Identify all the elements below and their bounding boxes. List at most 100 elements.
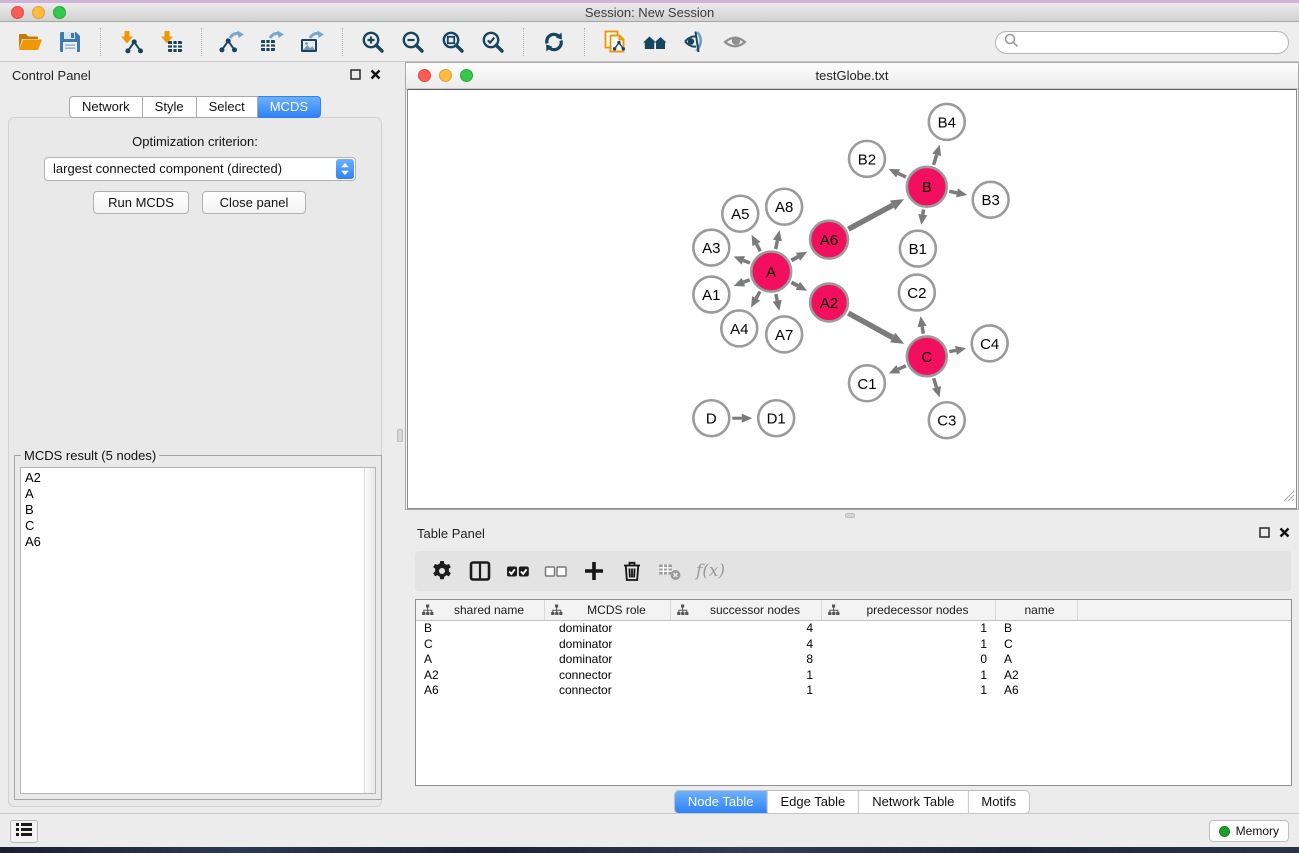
table-cell[interactable]: B bbox=[996, 621, 1078, 637]
graph-node[interactable]: B2 bbox=[849, 141, 885, 177]
graph-node[interactable]: A3 bbox=[693, 230, 729, 266]
table-cell[interactable]: dominator bbox=[545, 637, 671, 653]
import-network-button[interactable] bbox=[114, 26, 148, 58]
table-cell[interactable]: 1 bbox=[671, 668, 822, 684]
select-all-rows-button[interactable] bbox=[503, 556, 533, 586]
column-header-MCDS-role[interactable]: MCDS role bbox=[545, 600, 671, 620]
graph-node[interactable]: B1 bbox=[900, 231, 936, 267]
result-list-item[interactable]: C bbox=[25, 518, 375, 534]
zoom-out-button[interactable] bbox=[396, 26, 430, 58]
table-cell[interactable]: B bbox=[416, 621, 545, 637]
table-cell[interactable]: 1 bbox=[671, 683, 822, 699]
graph-node[interactable]: C1 bbox=[849, 365, 885, 401]
tab-network-table[interactable]: Network Table bbox=[858, 791, 967, 813]
graph-node[interactable]: B bbox=[907, 167, 947, 207]
float-panel-icon[interactable] bbox=[1259, 527, 1270, 538]
memory-button[interactable]: Memory bbox=[1209, 820, 1289, 842]
clone-network-button[interactable] bbox=[598, 26, 632, 58]
graph-node[interactable]: A5 bbox=[722, 196, 758, 232]
table-row[interactable]: Bdominator41B bbox=[416, 621, 1291, 637]
table-cell[interactable]: C bbox=[996, 637, 1078, 653]
show-all-button[interactable] bbox=[718, 26, 752, 58]
criterion-dropdown[interactable]: largest connected component (directed) bbox=[44, 157, 356, 181]
add-row-button[interactable] bbox=[579, 556, 609, 586]
graph-node[interactable]: C bbox=[907, 336, 947, 376]
table-cell[interactable]: 1 bbox=[822, 637, 996, 653]
search-field[interactable] bbox=[995, 31, 1289, 54]
column-header-shared-name[interactable]: shared name bbox=[416, 600, 545, 620]
column-header-name[interactable]: name bbox=[996, 600, 1078, 620]
column-header-successor-nodes[interactable]: successor nodes bbox=[671, 600, 822, 620]
table-cell[interactable]: A2 bbox=[416, 668, 545, 684]
tab-mcds[interactable]: MCDS bbox=[258, 96, 321, 118]
close-panel-icon[interactable] bbox=[370, 69, 381, 80]
export-network-button[interactable] bbox=[215, 26, 249, 58]
graph-node[interactable]: A6 bbox=[810, 221, 848, 259]
graph-node[interactable]: A7 bbox=[766, 316, 802, 352]
tab-select[interactable]: Select bbox=[197, 96, 258, 118]
result-list-item[interactable]: A6 bbox=[25, 534, 375, 550]
graph-node[interactable]: C2 bbox=[899, 275, 935, 311]
graph-node[interactable]: B3 bbox=[973, 182, 1009, 218]
graph-node[interactable]: B4 bbox=[929, 104, 965, 140]
export-image-button[interactable] bbox=[295, 26, 329, 58]
delete-row-button[interactable] bbox=[617, 556, 647, 586]
graph-node[interactable]: A2 bbox=[810, 284, 848, 322]
result-list-item[interactable]: A2 bbox=[25, 470, 375, 486]
task-history-button[interactable] bbox=[10, 820, 38, 843]
table-cell[interactable]: connector bbox=[545, 668, 671, 684]
hide-selected-button[interactable] bbox=[678, 26, 712, 58]
table-cell[interactable]: C bbox=[416, 637, 545, 653]
zoom-fit-button[interactable] bbox=[436, 26, 470, 58]
table-row[interactable]: Cdominator41C bbox=[416, 637, 1291, 653]
table-cell[interactable]: A6 bbox=[416, 683, 545, 699]
table-cell[interactable]: dominator bbox=[545, 621, 671, 637]
result-list-item[interactable]: B bbox=[25, 502, 375, 518]
open-folder-button[interactable] bbox=[13, 26, 47, 58]
column-header-predecessor-nodes[interactable]: predecessor nodes bbox=[822, 600, 996, 620]
table-cell[interactable]: 8 bbox=[671, 652, 822, 668]
table-row[interactable]: A6connector11A6 bbox=[416, 683, 1291, 699]
save-session-button[interactable] bbox=[53, 26, 87, 58]
apply-layout-button[interactable] bbox=[537, 26, 571, 58]
horizontal-splitter-handle[interactable] bbox=[845, 513, 855, 518]
show-columns-button[interactable] bbox=[465, 556, 495, 586]
tab-style[interactable]: Style bbox=[143, 96, 197, 118]
network-canvas[interactable]: AA1A2A3A4A5A6A7A8BB1B2B3B4CC1C2C3C4DD1 bbox=[407, 89, 1297, 509]
tab-edge-table[interactable]: Edge Table bbox=[766, 791, 858, 813]
run-mcds-button[interactable]: Run MCDS bbox=[93, 191, 189, 214]
graph-node[interactable]: C3 bbox=[929, 402, 965, 438]
float-panel-icon[interactable] bbox=[350, 69, 361, 80]
vertical-splitter-handle[interactable] bbox=[397, 429, 403, 442]
tab-network[interactable]: Network bbox=[69, 96, 143, 118]
close-panel-icon[interactable] bbox=[1279, 527, 1290, 538]
scrollbar[interactable] bbox=[364, 468, 375, 793]
table-cell[interactable]: A6 bbox=[996, 683, 1078, 699]
graph-node[interactable]: A1 bbox=[693, 277, 729, 313]
resize-grip-icon[interactable] bbox=[1283, 489, 1295, 507]
table-cell[interactable]: 1 bbox=[822, 683, 996, 699]
table-cell[interactable]: dominator bbox=[545, 652, 671, 668]
tab-motifs[interactable]: Motifs bbox=[967, 791, 1029, 813]
tab-node-table[interactable]: Node Table bbox=[675, 791, 767, 813]
nested-networks-button[interactable] bbox=[638, 26, 672, 58]
graph-node[interactable]: C4 bbox=[972, 325, 1008, 361]
export-table-button[interactable] bbox=[255, 26, 289, 58]
deselect-all-rows-button[interactable] bbox=[541, 556, 571, 586]
graph-node[interactable]: A8 bbox=[766, 189, 802, 225]
table-cell[interactable]: A2 bbox=[996, 668, 1078, 684]
mcds-result-list[interactable]: A2ABCA6 bbox=[20, 467, 376, 794]
search-input[interactable] bbox=[1019, 34, 1288, 52]
table-settings-button[interactable] bbox=[427, 556, 457, 586]
table-cell[interactable]: 4 bbox=[671, 637, 822, 653]
table-cell[interactable]: 1 bbox=[822, 668, 996, 684]
table-row[interactable]: Adominator80A bbox=[416, 652, 1291, 668]
result-list-item[interactable]: A bbox=[25, 486, 375, 502]
table-cell[interactable]: 1 bbox=[822, 621, 996, 637]
graph-node[interactable]: A4 bbox=[721, 310, 757, 346]
close-panel-button[interactable]: Close panel bbox=[202, 191, 306, 214]
table-cell[interactable]: 0 bbox=[822, 652, 996, 668]
table-cell[interactable]: A bbox=[996, 652, 1078, 668]
table-cell[interactable]: A bbox=[416, 652, 545, 668]
graph-node[interactable]: D bbox=[693, 400, 729, 436]
